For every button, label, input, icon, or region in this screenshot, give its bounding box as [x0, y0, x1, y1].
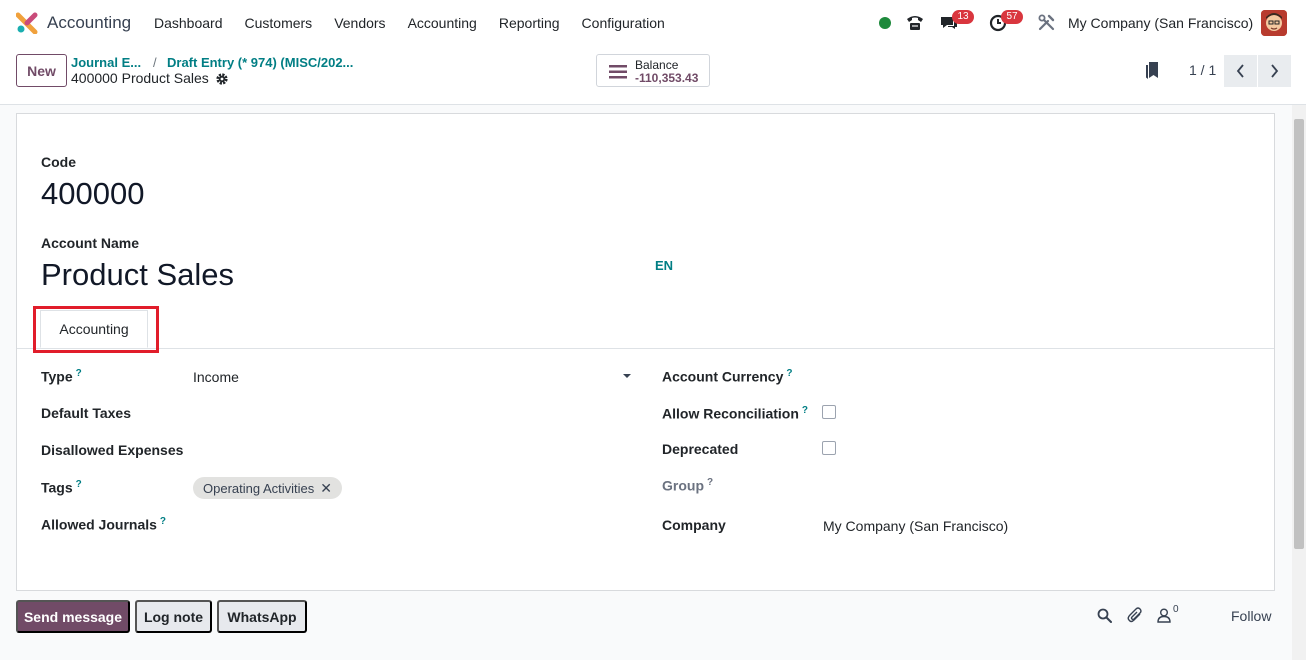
menu-vendors[interactable]: Vendors: [334, 15, 385, 31]
chatter-bar: Send message Log note WhatsApp 0 Follow: [0, 598, 1306, 638]
paperclip-icon[interactable]: [1127, 607, 1143, 624]
tag-chip: Operating Activities ✕: [193, 477, 343, 499]
breadcrumb-separator: /: [153, 55, 157, 70]
top-navbar: Accounting Dashboard Customers Vendors A…: [0, 0, 1306, 46]
code-label: Code: [41, 154, 76, 170]
balance-value: -110,353.43: [635, 71, 699, 85]
balance-label: Balance: [635, 58, 679, 72]
disallowed-expenses-label: Disallowed Expenses: [41, 442, 184, 458]
pager-next-button[interactable]: [1258, 55, 1291, 87]
close-icon[interactable]: ✕: [320, 480, 332, 497]
tag-label: Operating Activities: [203, 480, 315, 496]
tags-label: Tags?: [41, 479, 82, 496]
form-sheet: Code 400000 Account Name Product Sales E…: [16, 113, 1275, 591]
help-icon[interactable]: ?: [76, 479, 82, 490]
scrollbar-thumb[interactable]: [1294, 119, 1304, 549]
search-icon[interactable]: [1097, 608, 1112, 623]
type-label: Type?: [41, 368, 82, 385]
account-currency-label: Account Currency?: [662, 368, 793, 385]
menu-configuration[interactable]: Configuration: [582, 15, 665, 31]
help-icon[interactable]: ?: [802, 405, 808, 416]
chevron-right-icon: [1271, 64, 1279, 78]
allow-reconciliation-label: Allow Reconciliation?: [662, 405, 809, 422]
deprecated-label: Deprecated: [662, 441, 739, 457]
list-bars-icon: [609, 65, 627, 79]
tab-highlight-box: [33, 306, 159, 353]
accounting-app-icon[interactable]: [16, 12, 38, 34]
type-select[interactable]: Income: [193, 369, 239, 385]
help-icon[interactable]: ?: [160, 516, 166, 527]
help-icon[interactable]: ?: [76, 368, 82, 379]
send-message-button[interactable]: Send message: [16, 600, 130, 633]
record-title: 400000 Product Sales: [71, 70, 209, 86]
user-avatar[interactable]: [1261, 10, 1287, 36]
pager-value[interactable]: 1 / 1: [1189, 62, 1216, 78]
pager-previous-button[interactable]: [1224, 55, 1257, 87]
presence-status-icon[interactable]: [879, 0, 891, 46]
help-icon[interactable]: ?: [707, 477, 713, 488]
phone-icon[interactable]: [906, 14, 924, 31]
messages-badge: 13: [952, 10, 974, 24]
activities-badge: 57: [1001, 10, 1023, 24]
breadcrumb-draft-entry[interactable]: Draft Entry (* 974) (MISC/202...: [167, 55, 353, 70]
followers-count: 0: [1173, 604, 1179, 615]
deprecated-checkbox[interactable]: [822, 441, 836, 455]
group-label: Group?: [662, 477, 714, 494]
account-name-label: Account Name: [41, 235, 140, 251]
tab-divider: [17, 348, 1274, 349]
allowed-journals-label: Allowed Journals?: [41, 516, 167, 533]
bookmark-icon[interactable]: [1146, 62, 1160, 80]
menu-reporting[interactable]: Reporting: [499, 15, 560, 31]
code-field[interactable]: 400000: [41, 176, 144, 212]
new-button[interactable]: New: [16, 54, 67, 87]
company-label: Company: [662, 517, 726, 533]
default-taxes-label: Default Taxes: [41, 405, 131, 421]
breadcrumb-journal-entries[interactable]: Journal E...: [71, 55, 141, 70]
menu-accounting[interactable]: Accounting: [408, 15, 477, 31]
debug-tools-icon[interactable]: [1038, 14, 1055, 31]
main-menu: Dashboard Customers Vendors Accounting R…: [154, 15, 687, 31]
whatsapp-button[interactable]: WhatsApp: [217, 600, 307, 633]
help-icon[interactable]: ?: [786, 368, 792, 379]
allow-reconciliation-checkbox[interactable]: [822, 405, 836, 419]
menu-dashboard[interactable]: Dashboard: [154, 15, 223, 31]
log-note-button[interactable]: Log note: [135, 600, 212, 633]
language-switch[interactable]: EN: [655, 258, 673, 273]
app-name[interactable]: Accounting: [47, 13, 131, 33]
caret-down-icon[interactable]: [623, 374, 631, 378]
follow-button[interactable]: Follow: [1231, 608, 1271, 624]
gear-icon[interactable]: [215, 72, 229, 86]
account-name-field[interactable]: Product Sales: [41, 257, 234, 293]
menu-customers[interactable]: Customers: [245, 15, 313, 31]
control-panel: New Journal E... / Draft Entry (* 974) (…: [0, 46, 1306, 105]
company-field[interactable]: My Company (San Francisco): [823, 518, 1008, 534]
company-switcher[interactable]: My Company (San Francisco): [1068, 15, 1253, 31]
user-icon[interactable]: [1157, 608, 1171, 623]
balance-smart-button[interactable]: Balance -110,353.43: [596, 54, 710, 87]
chevron-left-icon: [1236, 64, 1244, 78]
